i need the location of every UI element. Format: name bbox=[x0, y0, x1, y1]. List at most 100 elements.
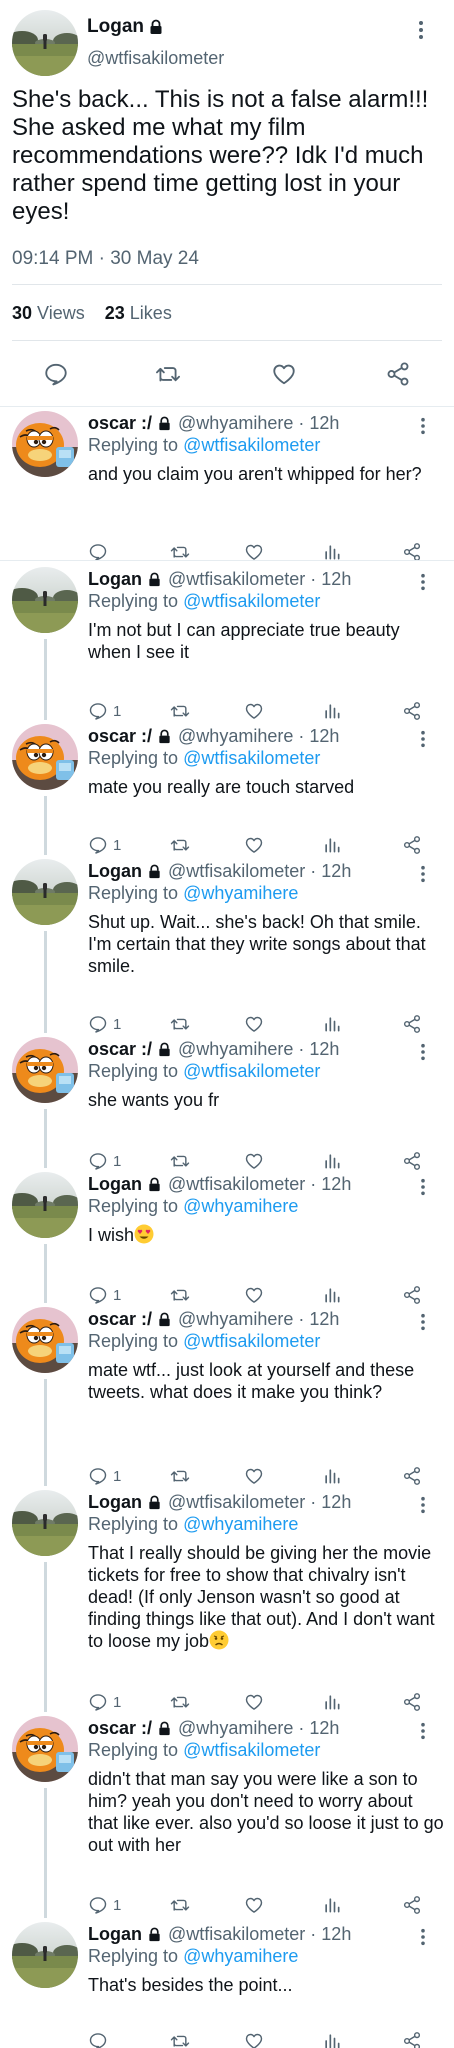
share-icon[interactable] bbox=[402, 1281, 422, 1309]
reply-button[interactable]: 1 bbox=[88, 1281, 121, 1309]
analytics-icon[interactable] bbox=[322, 1462, 342, 1490]
more-options-icon[interactable] bbox=[420, 865, 426, 883]
more-options-icon[interactable] bbox=[420, 1496, 426, 1514]
share-icon[interactable] bbox=[402, 1147, 422, 1175]
author-name[interactable]: Logan bbox=[87, 16, 144, 38]
share-icon[interactable] bbox=[402, 697, 422, 725]
author-handle-time[interactable]: @whyamihere · 12h bbox=[178, 1039, 339, 1060]
more-options-icon[interactable] bbox=[420, 1928, 426, 1946]
share-icon[interactable] bbox=[402, 831, 422, 859]
mention-link[interactable]: @wtfisakilometer bbox=[183, 435, 320, 455]
more-options-icon[interactable] bbox=[420, 730, 426, 748]
reply-button[interactable] bbox=[88, 2027, 113, 2048]
like-icon[interactable] bbox=[244, 2027, 264, 2048]
author-handle-time[interactable]: @wtfisakilometer · 12h bbox=[168, 1924, 351, 1945]
share-icon[interactable] bbox=[402, 1891, 422, 1919]
author-handle-time[interactable]: @wtfisakilometer · 12h bbox=[168, 861, 351, 882]
retweet-icon[interactable] bbox=[170, 538, 190, 566]
like-icon[interactable] bbox=[244, 1891, 264, 1919]
reply-button[interactable]: 1 bbox=[88, 1891, 121, 1919]
author-name[interactable]: Logan bbox=[88, 569, 142, 590]
share-icon[interactable] bbox=[380, 356, 416, 392]
avatar[interactable] bbox=[12, 1037, 78, 1103]
mention-link[interactable]: @wtfisakilometer bbox=[183, 1061, 320, 1081]
avatar[interactable] bbox=[12, 1490, 78, 1556]
reply-button[interactable]: 1 bbox=[88, 1688, 121, 1716]
reply-button[interactable]: 1 bbox=[88, 1462, 121, 1490]
retweet-icon[interactable] bbox=[170, 697, 190, 725]
retweet-icon[interactable] bbox=[150, 356, 186, 392]
retweet-icon[interactable] bbox=[170, 1891, 190, 1919]
avatar[interactable] bbox=[12, 724, 78, 790]
author-name[interactable]: oscar :/ bbox=[88, 1309, 152, 1330]
reply-icon[interactable] bbox=[38, 356, 74, 392]
reply-button[interactable]: 1 bbox=[88, 697, 121, 725]
author-handle-time[interactable]: @wtfisakilometer · 12h bbox=[168, 569, 351, 590]
more-options-icon[interactable] bbox=[420, 1313, 426, 1331]
more-options-icon[interactable] bbox=[418, 20, 424, 40]
author-name[interactable]: Logan bbox=[88, 861, 142, 882]
like-icon[interactable] bbox=[244, 1688, 264, 1716]
tweet-timestamp[interactable]: 09:14 PM · 30 May 24 bbox=[12, 248, 199, 270]
author-handle-time[interactable]: @whyamihere · 12h bbox=[178, 726, 339, 747]
analytics-icon[interactable] bbox=[322, 1010, 342, 1038]
more-options-icon[interactable] bbox=[420, 417, 426, 435]
mention-link[interactable]: @whyamihere bbox=[183, 1196, 298, 1216]
analytics-icon[interactable] bbox=[322, 831, 342, 859]
mention-link[interactable]: @wtfisakilometer bbox=[183, 748, 320, 768]
retweet-icon[interactable] bbox=[170, 1462, 190, 1490]
mention-link[interactable]: @whyamihere bbox=[183, 1514, 298, 1534]
more-options-icon[interactable] bbox=[420, 1043, 426, 1061]
author-name[interactable]: oscar :/ bbox=[88, 726, 152, 747]
retweet-icon[interactable] bbox=[170, 831, 190, 859]
share-icon[interactable] bbox=[402, 1688, 422, 1716]
author-handle-time[interactable]: @whyamihere · 12h bbox=[178, 1309, 339, 1330]
share-icon[interactable] bbox=[402, 1462, 422, 1490]
avatar[interactable] bbox=[12, 1172, 78, 1238]
like-icon[interactable] bbox=[244, 697, 264, 725]
analytics-icon[interactable] bbox=[322, 1281, 342, 1309]
like-icon[interactable] bbox=[244, 1281, 264, 1309]
retweet-icon[interactable] bbox=[170, 1147, 190, 1175]
avatar[interactable] bbox=[12, 567, 78, 633]
analytics-icon[interactable] bbox=[322, 1688, 342, 1716]
author-name-row[interactable]: Logan bbox=[87, 16, 164, 38]
retweet-icon[interactable] bbox=[170, 1281, 190, 1309]
mention-link[interactable]: @whyamihere bbox=[183, 883, 298, 903]
mention-link[interactable]: @wtfisakilometer bbox=[183, 591, 320, 611]
like-icon[interactable] bbox=[266, 356, 302, 392]
like-icon[interactable] bbox=[244, 538, 264, 566]
more-options-icon[interactable] bbox=[420, 1178, 426, 1196]
like-icon[interactable] bbox=[244, 1147, 264, 1175]
likes-stat[interactable]: 23 Likes bbox=[105, 303, 172, 324]
analytics-icon[interactable] bbox=[322, 1147, 342, 1175]
like-icon[interactable] bbox=[244, 1010, 264, 1038]
author-name[interactable]: oscar :/ bbox=[88, 413, 152, 434]
like-icon[interactable] bbox=[244, 831, 264, 859]
share-icon[interactable] bbox=[402, 2027, 422, 2048]
reply-button[interactable]: 1 bbox=[88, 1147, 121, 1175]
mention-link[interactable]: @wtfisakilometer bbox=[183, 1331, 320, 1351]
retweet-icon[interactable] bbox=[170, 2027, 190, 2048]
share-icon[interactable] bbox=[402, 1010, 422, 1038]
reply-button[interactable] bbox=[88, 538, 113, 566]
avatar[interactable] bbox=[12, 1922, 78, 1988]
avatar[interactable] bbox=[12, 411, 78, 477]
analytics-icon[interactable] bbox=[322, 1891, 342, 1919]
avatar[interactable] bbox=[12, 1307, 78, 1373]
author-name[interactable]: oscar :/ bbox=[88, 1718, 152, 1739]
retweet-icon[interactable] bbox=[170, 1010, 190, 1038]
analytics-icon[interactable] bbox=[322, 538, 342, 566]
analytics-icon[interactable] bbox=[322, 2027, 342, 2048]
avatar[interactable] bbox=[12, 10, 78, 76]
more-options-icon[interactable] bbox=[420, 573, 426, 591]
reply-button[interactable]: 1 bbox=[88, 1010, 121, 1038]
share-icon[interactable] bbox=[402, 538, 422, 566]
retweet-icon[interactable] bbox=[170, 1688, 190, 1716]
analytics-icon[interactable] bbox=[322, 697, 342, 725]
reply-button[interactable]: 1 bbox=[88, 831, 121, 859]
author-name[interactable]: oscar :/ bbox=[88, 1039, 152, 1060]
mention-link[interactable]: @wtfisakilometer bbox=[183, 1740, 320, 1760]
avatar[interactable] bbox=[12, 1716, 78, 1782]
author-handle-time[interactable]: @wtfisakilometer · 12h bbox=[168, 1492, 351, 1513]
